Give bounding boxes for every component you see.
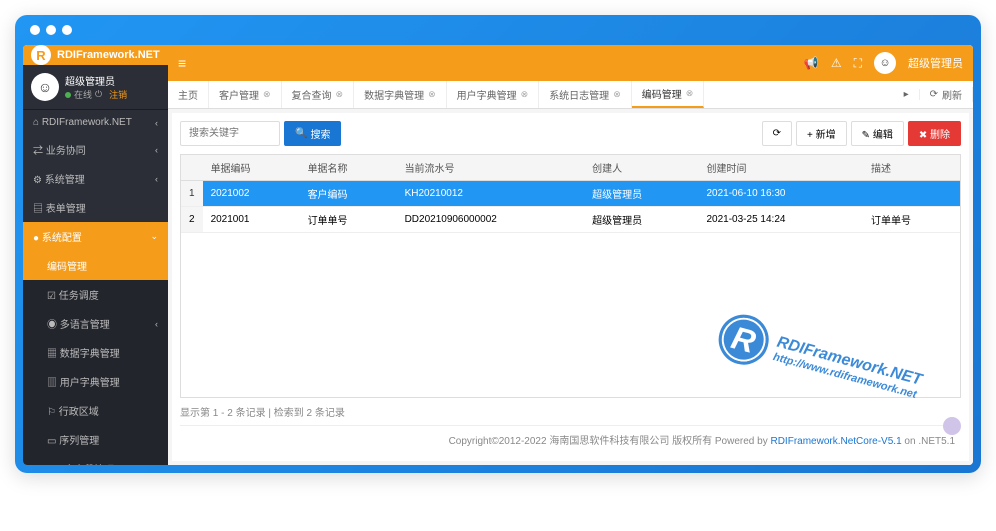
tab-userdict[interactable]: 用户字典管理⊗ <box>447 81 540 108</box>
nav-item-framework[interactable]: ⌂ RDIFramework.NET‹ <box>23 110 168 135</box>
search-input[interactable] <box>180 121 280 146</box>
col-serial[interactable]: 当前流水号 <box>397 155 585 181</box>
edit-button[interactable]: ✎ 编辑 <box>851 121 904 146</box>
nav-sub-dict[interactable]: ▦ 数据字典管理 <box>23 338 168 367</box>
col-code[interactable]: 单据编码 <box>203 155 300 181</box>
app-window: R RDIFramework.NET ☺ 超级管理员 在线 ⏻ 注销 ⌂ RDI… <box>23 45 973 465</box>
tab-refresh[interactable]: ⟳ 刷新 <box>920 87 973 102</box>
content-panel: 🔍 搜索 ⟳ + 新增 ✎ 编辑 ✖ 删除 单据编码 <box>172 113 969 461</box>
close-icon[interactable]: ⊗ <box>686 88 694 99</box>
tab-datadict[interactable]: 数据字典管理⊗ <box>354 81 447 108</box>
nav-item-config[interactable]: ● 系统配置⌄ <box>23 222 168 251</box>
topbar-avatar-icon[interactable]: ☺ <box>874 52 896 74</box>
tabs-bar: 主页 客户管理⊗ 复合查询⊗ 数据字典管理⊗ 用户字典管理⊗ 系统日志管理⊗ 编… <box>168 81 973 109</box>
close-icon[interactable]: ⊗ <box>428 89 436 100</box>
nav-item-form[interactable]: ▤ 表单管理 <box>23 193 168 222</box>
nav-sub-seq[interactable]: ▭ 序列管理 <box>23 425 168 454</box>
browser-dot <box>46 25 56 35</box>
logo-area[interactable]: R RDIFramework.NET <box>23 45 168 65</box>
browser-dot <box>62 25 72 35</box>
logo-icon: R <box>31 45 51 65</box>
col-name[interactable]: 单据名称 <box>300 155 397 181</box>
tab-home[interactable]: 主页 <box>168 81 209 108</box>
col-creator[interactable]: 创建人 <box>584 155 698 181</box>
toolbar: 🔍 搜索 ⟳ + 新增 ✎ 编辑 ✖ 删除 <box>180 121 961 146</box>
chevron-left-icon: ‹ <box>155 319 158 329</box>
tab-customer[interactable]: 客户管理⊗ <box>209 81 282 108</box>
close-icon[interactable]: ⊗ <box>263 89 271 100</box>
floating-user-icon[interactable] <box>943 417 961 435</box>
nav-sub-region[interactable]: ⚐ 行政区域 <box>23 396 168 425</box>
table-row[interactable]: 1 2021002 客户编码 KH20210012 超级管理员 2021-06-… <box>181 181 960 207</box>
hamburger-icon[interactable]: ≡ <box>178 55 186 71</box>
close-icon[interactable]: ⊗ <box>336 89 344 100</box>
fullscreen-icon[interactable]: ⛶ <box>854 56 862 71</box>
refresh-button[interactable]: ⟳ <box>762 121 792 146</box>
chevron-left-icon: ‹ <box>155 118 158 128</box>
browser-titlebar <box>15 15 981 45</box>
col-time[interactable]: 创建时间 <box>698 155 863 181</box>
chevron-down-icon: ⌄ <box>150 231 158 242</box>
tab-syslog[interactable]: 系统日志管理⊗ <box>539 81 632 108</box>
delete-button[interactable]: ✖ 删除 <box>908 121 961 146</box>
nav-item-business[interactable]: ⇄ 业务协同‹ <box>23 135 168 164</box>
powered-link[interactable]: RDIFramework.NetCore-V5.1 <box>770 436 901 447</box>
user-status: 在线 ⏻ 注销 <box>65 88 160 101</box>
main-area: ≡ 📢 ⚠ ⛶ ☺ 超级管理员 主页 客户管理⊗ 复合查询⊗ 数据字典管理⊗ 用… <box>168 45 973 465</box>
tab-compound[interactable]: 复合查询⊗ <box>282 81 355 108</box>
warning-icon[interactable]: ⚠ <box>831 56 842 70</box>
col-idx <box>181 155 203 181</box>
announce-icon[interactable]: 📢 <box>804 56 819 70</box>
topbar: ≡ 📢 ⚠ ⛶ ☺ 超级管理员 <box>168 45 973 81</box>
topbar-username[interactable]: 超级管理员 <box>908 55 963 71</box>
browser-dot <box>30 25 40 35</box>
copyright: Copyright©2012-2022 海南国思软件科技有限公司 版权所有 Po… <box>180 425 961 453</box>
power-icon: ⏻ <box>95 89 102 100</box>
tab-next-icon[interactable]: ▸ <box>894 89 920 100</box>
chevron-left-icon: ‹ <box>155 145 158 155</box>
browser-frame: R RDIFramework.NET ☺ 超级管理员 在线 ⏻ 注销 ⌂ RDI… <box>15 15 981 473</box>
nav-sub-userdict[interactable]: ▥ 用户字典管理 <box>23 367 168 396</box>
data-table: 单据编码 单据名称 当前流水号 创建人 创建时间 描述 1 20 <box>180 154 961 398</box>
user-name: 超级管理员 <box>65 73 160 88</box>
nav-sub-field[interactable]: ⌨ 表字段管理 <box>23 454 168 465</box>
avatar-icon[interactable]: ☺ <box>31 73 59 101</box>
nav-sub-lang[interactable]: ◉ 多语言管理‹ <box>23 309 168 338</box>
status-dot-icon <box>65 92 71 98</box>
add-button[interactable]: + 新增 <box>796 121 847 146</box>
nav-sub-task[interactable]: ☑ 任务调度 <box>23 280 168 309</box>
table-header-row: 单据编码 单据名称 当前流水号 创建人 创建时间 描述 <box>181 155 960 181</box>
sidebar-user: ☺ 超级管理员 在线 ⏻ 注销 <box>23 65 168 110</box>
close-icon[interactable]: ⊗ <box>613 89 621 100</box>
table-row[interactable]: 2 2021001 订单单号 DD20210906000002 超级管理员 20… <box>181 207 960 233</box>
sidebar: R RDIFramework.NET ☺ 超级管理员 在线 ⏻ 注销 ⌂ RDI… <box>23 45 168 465</box>
nav-sub-encoding[interactable]: 编码管理 <box>23 251 168 280</box>
search-button[interactable]: 🔍 搜索 <box>284 121 341 146</box>
table-footer: 显示第 1 - 2 条记录 | 检索到 2 条记录 <box>180 398 961 425</box>
chevron-left-icon: ‹ <box>155 174 158 184</box>
nav-item-system[interactable]: ⚙ 系统管理‹ <box>23 164 168 193</box>
close-icon[interactable]: ⊗ <box>521 89 529 100</box>
brand-text: RDIFramework.NET <box>57 49 160 61</box>
tab-encoding[interactable]: 编码管理⊗ <box>632 81 705 108</box>
logout-link[interactable]: 注销 <box>109 88 127 101</box>
col-desc[interactable]: 描述 <box>863 155 960 181</box>
